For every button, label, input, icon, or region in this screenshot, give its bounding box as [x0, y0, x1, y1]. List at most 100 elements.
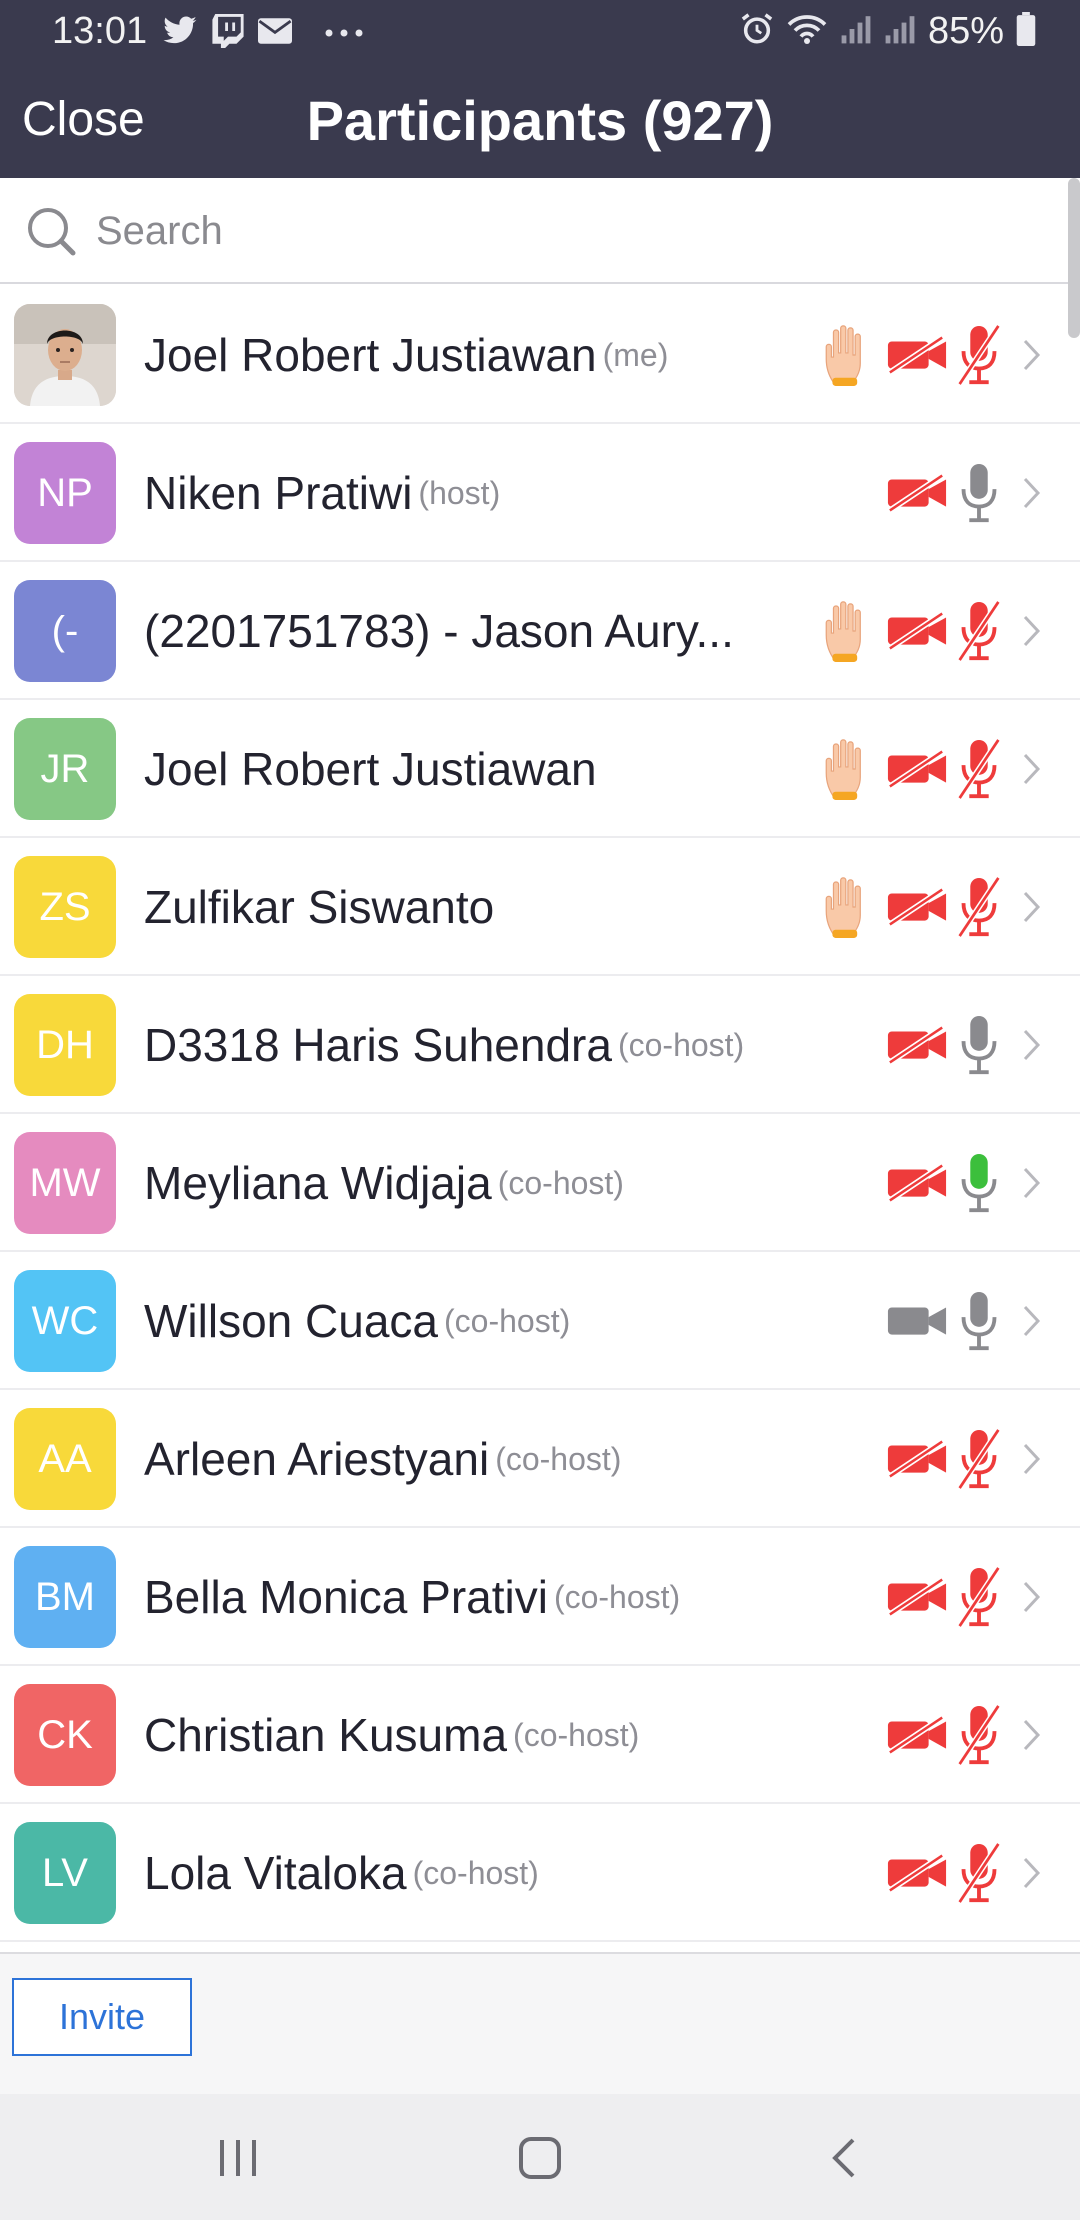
participant-status-icons: [818, 838, 1056, 976]
participant-row[interactable]: DH D3318 Haris Suhendra (co-host): [0, 976, 1080, 1114]
more-icon: [324, 25, 364, 43]
avatar: CK: [14, 1684, 116, 1786]
participant-status-icons: [884, 424, 1056, 562]
participant-status-icons: [884, 1252, 1056, 1390]
mic-muted-icon: [950, 1424, 1008, 1494]
participant-name: Joel Robert Justiawan: [144, 329, 597, 381]
video-off-icon: [884, 458, 950, 528]
participant-status-icons: [818, 286, 1056, 424]
video-off-icon: [884, 872, 950, 942]
participant-row[interactable]: (- (2201751783) - Jason Aury...: [0, 562, 1080, 700]
chevron-right-icon[interactable]: [1008, 1562, 1056, 1632]
mic-muted-icon: [950, 596, 1008, 666]
chevron-right-icon[interactable]: [1008, 1700, 1056, 1770]
video-off-icon: [884, 1010, 950, 1080]
mic-on-icon: [950, 1286, 1008, 1356]
header-bar: 13:01 85% Close Participants (927): [0, 0, 1080, 178]
mic-muted-icon: [950, 1562, 1008, 1632]
participant-name: (2201751783) - Jason Aury...: [144, 605, 734, 657]
participant-row[interactable]: Joel Robert Justiawan (me): [0, 286, 1080, 424]
participant-name-line: Meyliana Widjaja (co-host): [144, 1114, 624, 1252]
avatar-initials: DH: [36, 1022, 94, 1067]
status-time: 13:01: [52, 10, 148, 52]
participant-row[interactable]: MW Meyliana Widjaja (co-host): [0, 1114, 1080, 1252]
participant-status-icons: [818, 562, 1056, 700]
avatar: (-: [14, 580, 116, 682]
chevron-right-icon[interactable]: [1008, 596, 1056, 666]
status-left-icons: [162, 14, 364, 53]
search-input[interactable]: [96, 202, 996, 260]
participant-row[interactable]: NP Niken Pratiwi (host): [0, 424, 1080, 562]
participant-name-line: Zulfikar Siswanto: [144, 838, 494, 976]
participant-row[interactable]: JR Joel Robert Justiawan: [0, 700, 1080, 838]
page-title: Participants (927): [306, 89, 774, 152]
avatar-initials: WC: [31, 1298, 99, 1343]
title-bar: Close Participants (927): [0, 70, 1080, 178]
signal-icon: [840, 13, 872, 50]
participant-name-line: Arleen Ariestyani (co-host): [144, 1390, 621, 1528]
participant-name: Zulfikar Siswanto: [144, 881, 495, 933]
participant-role: (co-host): [412, 1854, 539, 1891]
participant-name-line: Niken Pratiwi (host): [144, 424, 500, 562]
mail-icon: [258, 18, 292, 49]
participant-row[interactable]: WC Willson Cuaca (co-host): [0, 1252, 1080, 1390]
mic-speaking-icon: [950, 1148, 1008, 1218]
participant-name-line: Lola Vitaloka (co-host): [144, 1804, 539, 1942]
participant-name-line: Joel Robert Justiawan (me): [144, 286, 668, 424]
back-icon[interactable]: [804, 2128, 884, 2188]
participant-name: Arleen Ariestyani: [144, 1433, 490, 1485]
participant-row[interactable]: BM Bella Monica Prativi (co-host): [0, 1528, 1080, 1666]
participant-status-icons: [884, 1528, 1056, 1666]
home-icon[interactable]: [500, 2128, 580, 2188]
chevron-right-icon[interactable]: [1008, 1148, 1056, 1218]
invite-button[interactable]: Invite: [12, 1978, 192, 2056]
participant-row[interactable]: CK Christian Kusuma (co-host): [0, 1666, 1080, 1804]
chevron-right-icon[interactable]: [1008, 320, 1056, 390]
chevron-right-icon[interactable]: [1008, 1286, 1056, 1356]
video-off-icon: [884, 734, 950, 804]
chevron-right-icon[interactable]: [1008, 734, 1056, 804]
avatar-initials: ZS: [39, 884, 91, 929]
participant-status-icons: [884, 1390, 1056, 1528]
raised-hand-icon: [818, 320, 884, 390]
participant-name-line: Joel Robert Justiawan: [144, 700, 597, 838]
mic-muted-icon: [950, 320, 1008, 390]
battery-percentage: 85%: [927, 10, 1004, 52]
chevron-right-icon[interactable]: [1008, 458, 1056, 528]
avatar: WC: [14, 1270, 116, 1372]
video-off-icon: [884, 1148, 950, 1218]
participant-role: (co-host): [444, 1302, 571, 1339]
avatar: MW: [14, 1132, 116, 1234]
video-off-icon: [884, 1838, 950, 1908]
chevron-right-icon[interactable]: [1008, 872, 1056, 942]
twitter-icon: [162, 15, 198, 52]
wifi-icon: [786, 12, 828, 51]
participant-name: Willson Cuaca: [144, 1295, 438, 1347]
raised-hand-icon: [818, 734, 884, 804]
mic-muted-icon: [950, 1838, 1008, 1908]
avatar: BM: [14, 1546, 116, 1648]
participant-name: Niken Pratiwi: [144, 467, 413, 519]
recent-apps-icon[interactable]: [198, 2128, 278, 2188]
participant-name: Lola Vitaloka: [144, 1847, 407, 1899]
system-nav-bar: [0, 2094, 1080, 2220]
bottom-bar: Invite: [0, 1952, 1080, 2094]
raised-hand-icon: [818, 596, 884, 666]
participant-row[interactable]: LV Lola Vitaloka (co-host): [0, 1804, 1080, 1942]
participant-row[interactable]: AA Arleen Ariestyani (co-host): [0, 1390, 1080, 1528]
participant-list: Joel Robert Justiawan (me) NP Niken Pratiwi…: [0, 286, 1080, 1942]
video-off-icon: [884, 1700, 950, 1770]
status-bar: 13:01 85%: [0, 0, 1080, 70]
video-on-icon: [884, 1286, 950, 1356]
avatar-initials: LV: [42, 1850, 88, 1895]
participant-name: Joel Robert Justiawan: [144, 743, 597, 795]
chevron-right-icon[interactable]: [1008, 1838, 1056, 1908]
search-bar: [0, 178, 1068, 284]
chevron-right-icon[interactable]: [1008, 1010, 1056, 1080]
avatar: LV: [14, 1822, 116, 1924]
participant-row[interactable]: ZS Zulfikar Siswanto: [0, 838, 1080, 976]
raised-hand-icon: [818, 872, 884, 942]
chevron-right-icon[interactable]: [1008, 1424, 1056, 1494]
participant-role: (co-host): [617, 1026, 745, 1063]
participant-status-icons: [884, 1666, 1056, 1804]
